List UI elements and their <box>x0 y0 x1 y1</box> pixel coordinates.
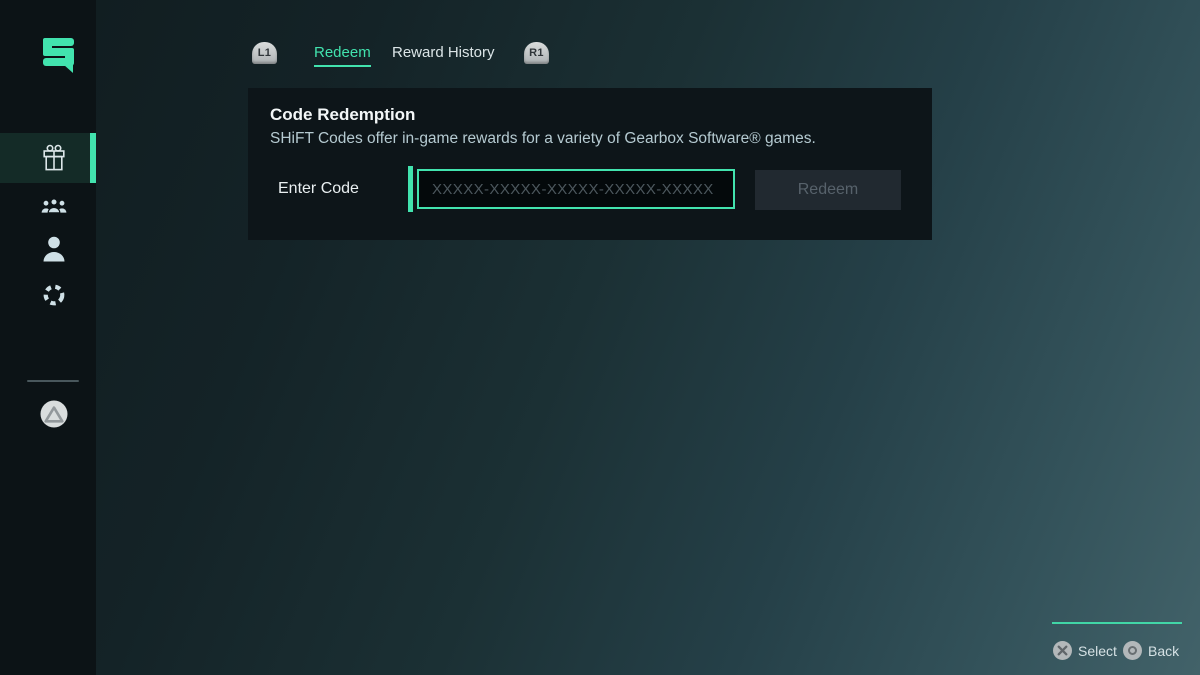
card-subtitle: SHiFT Codes offer in-game rewards for a … <box>270 130 816 148</box>
code-input[interactable] <box>417 169 735 209</box>
enter-code-label: Enter Code <box>278 180 359 198</box>
hint-back-label: Back <box>1148 643 1179 659</box>
hint-back: Back <box>1123 641 1179 660</box>
tab-redeem[interactable]: Redeem <box>314 44 371 67</box>
sidebar-divider <box>27 380 79 382</box>
person-icon <box>42 236 66 262</box>
code-redemption-card: Code Redemption SHiFT Codes offer in-gam… <box>248 88 932 240</box>
ring-icon <box>42 283 66 307</box>
sidebar-item-profile[interactable] <box>0 230 96 268</box>
sidebar-item-rewards[interactable] <box>0 133 96 183</box>
circle-button-icon <box>1123 641 1142 660</box>
gift-icon <box>43 144 65 172</box>
sidebar <box>0 0 96 675</box>
card-title: Code Redemption <box>270 105 415 125</box>
hint-divider-line <box>1052 622 1182 624</box>
cross-button-icon <box>1053 641 1072 660</box>
active-indicator-bar <box>90 133 96 183</box>
redeem-button[interactable]: Redeem <box>755 170 901 210</box>
tab-reward-history[interactable]: Reward History <box>392 44 495 61</box>
l1-shoulder-button-icon: L1 <box>252 42 277 64</box>
code-input-group <box>408 166 738 212</box>
group-icon <box>41 198 67 213</box>
triangle-avatar-icon <box>40 400 68 428</box>
sidebar-item-community[interactable] <box>0 192 96 218</box>
hint-select: Select <box>1053 641 1117 660</box>
r1-shoulder-button-icon: R1 <box>524 42 549 64</box>
hint-select-label: Select <box>1078 643 1117 659</box>
shift-redeem-screen: L1 Redeem Reward History R1 Code Redempt… <box>0 0 1200 675</box>
shift-logo <box>41 34 77 74</box>
sidebar-item-activity[interactable] <box>0 280 96 310</box>
input-focus-bar <box>408 166 413 212</box>
